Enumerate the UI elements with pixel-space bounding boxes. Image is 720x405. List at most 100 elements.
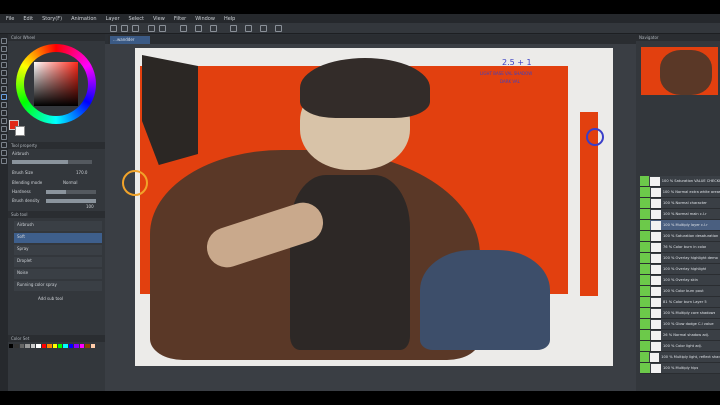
menu-filter[interactable]: Filter — [174, 16, 186, 22]
hardness-slider[interactable] — [46, 190, 96, 194]
color-chip[interactable] — [68, 344, 74, 348]
menu-animation[interactable]: Animation — [71, 16, 97, 22]
color-chip[interactable] — [63, 344, 68, 348]
layer-row[interactable]: 76 % Color burn in color — [640, 242, 720, 253]
open-icon[interactable] — [121, 25, 128, 32]
pen-tool-icon[interactable] — [1, 78, 7, 84]
sub-tool-spray[interactable]: Spray — [14, 245, 102, 255]
layer-row[interactable]: 100 % Color burn pout — [640, 286, 720, 297]
layer-row[interactable]: 100 % Normal character — [640, 198, 720, 209]
pencil-tool-icon[interactable] — [1, 86, 7, 92]
layer-row[interactable]: 100 % Multiply hips — [640, 363, 720, 374]
airbrush-tool-icon[interactable] — [1, 94, 7, 100]
blending-mode-value[interactable]: Normal — [63, 180, 77, 185]
clear-icon[interactable] — [180, 25, 187, 32]
redo-icon[interactable] — [159, 25, 166, 32]
layer-row[interactable]: 100 % Overlay highlight — [640, 264, 720, 275]
menu-layer[interactable]: Layer — [106, 16, 120, 22]
sub-tool-group[interactable]: Airbrush — [14, 221, 102, 231]
layer-row-selected[interactable]: 100 % Multiply layer c.l.r — [640, 220, 720, 231]
color-chip[interactable] — [90, 344, 95, 348]
menu-select[interactable]: Select — [129, 16, 144, 22]
eye-icon[interactable] — [640, 176, 650, 186]
layer-row[interactable]: 100 % Overlay skin — [640, 275, 720, 286]
eyedropper-tool-icon[interactable] — [1, 70, 7, 76]
brush-tool-icon[interactable] — [1, 102, 7, 108]
color-chip[interactable] — [9, 344, 14, 348]
color-chip[interactable] — [74, 344, 79, 348]
layer-row[interactable]: 100 % Normal extra white areas — [640, 187, 720, 198]
ruler-icon[interactable] — [245, 25, 252, 32]
gradient-tool-icon[interactable] — [1, 134, 7, 140]
brush-density-value[interactable]: 100 — [86, 204, 94, 209]
deselect-icon[interactable] — [210, 25, 217, 32]
eye-icon[interactable] — [640, 308, 650, 318]
text-tool-icon[interactable] — [1, 150, 7, 156]
preview-slider[interactable] — [12, 160, 92, 164]
color-chip[interactable] — [47, 344, 52, 348]
color-chip[interactable] — [41, 344, 47, 348]
layer-row[interactable]: 100 % Overlay highlight demo — [640, 253, 720, 264]
sub-color-swatch[interactable] — [15, 126, 25, 136]
grid-icon[interactable] — [260, 25, 267, 32]
menu-story[interactable]: Story(F) — [42, 16, 62, 22]
eraser-tool-icon[interactable] — [1, 110, 7, 116]
move-tool-icon[interactable] — [1, 46, 7, 52]
eye-icon[interactable] — [640, 297, 650, 307]
color-chip[interactable] — [36, 344, 41, 348]
brush-density-slider[interactable] — [46, 199, 96, 203]
sub-tool-soft[interactable]: Soft — [14, 233, 102, 243]
new-canvas-icon[interactable] — [110, 25, 117, 32]
snap-perspective-icon[interactable] — [275, 25, 282, 32]
eye-icon[interactable] — [640, 220, 650, 230]
color-chip[interactable] — [85, 344, 90, 348]
layer-row[interactable]: 100 % Glow dodge C.l value — [640, 319, 720, 330]
ruler-tool-icon[interactable] — [1, 158, 7, 164]
layer-row[interactable]: 100 % Multiply light, reflect shadow — [640, 352, 720, 363]
layer-row[interactable]: 100 % Multiply core shadows — [640, 308, 720, 319]
menu-file[interactable]: File — [6, 16, 14, 22]
menu-view[interactable]: View — [153, 16, 165, 22]
menu-window[interactable]: Window — [195, 16, 215, 22]
fill-tool-icon[interactable] — [1, 126, 7, 132]
figure-tool-icon[interactable] — [1, 142, 7, 148]
layer-row[interactable]: 81 % Color burn Layer 5 — [640, 297, 720, 308]
eye-icon[interactable] — [640, 341, 650, 351]
transform-icon[interactable] — [195, 25, 202, 32]
layer-row[interactable]: 100 % Saturation VALUE CHECKER — [640, 176, 720, 187]
add-sub-tool-button[interactable]: Add sub tool — [38, 296, 63, 301]
eye-icon[interactable] — [640, 209, 650, 219]
eye-icon[interactable] — [640, 319, 650, 329]
menu-help[interactable]: Help — [224, 16, 235, 22]
eye-icon[interactable] — [640, 242, 650, 252]
save-icon[interactable] — [132, 25, 139, 32]
snap-icon[interactable] — [230, 25, 237, 32]
layer-row[interactable]: 100 % Saturation desaturation — [640, 231, 720, 242]
layer-row[interactable]: 100 % Color light adj. — [640, 341, 720, 352]
color-chip[interactable] — [57, 344, 63, 348]
eye-icon[interactable] — [640, 286, 650, 296]
layer-row[interactable]: 26 % Normal shadow adj. — [640, 330, 720, 341]
eye-icon[interactable] — [640, 187, 650, 197]
sub-tool-droplet[interactable]: Droplet — [14, 257, 102, 267]
eye-icon[interactable] — [640, 253, 650, 263]
canvas-tab[interactable]: …wandder — [110, 36, 150, 44]
color-chip[interactable] — [25, 344, 30, 348]
color-chip[interactable] — [52, 344, 57, 348]
color-chip[interactable] — [19, 344, 25, 348]
color-chip[interactable] — [14, 344, 19, 348]
eye-icon[interactable] — [640, 231, 650, 241]
eye-icon[interactable] — [640, 363, 650, 373]
eye-icon[interactable] — [640, 330, 650, 340]
auto-select-tool-icon[interactable] — [1, 62, 7, 68]
sub-tool-noise[interactable]: Noise — [14, 269, 102, 279]
saturation-value-square[interactable] — [34, 62, 78, 106]
eye-icon[interactable] — [640, 275, 650, 285]
sub-tool-running-color-spray[interactable]: Running color spray — [14, 281, 102, 291]
menu-edit[interactable]: Edit — [23, 16, 33, 22]
undo-icon[interactable] — [148, 25, 155, 32]
zoom-tool-icon[interactable] — [1, 38, 7, 44]
eye-icon[interactable] — [640, 198, 650, 208]
select-tool-icon[interactable] — [1, 54, 7, 60]
brush-size-value[interactable]: 170.0 — [76, 170, 87, 175]
